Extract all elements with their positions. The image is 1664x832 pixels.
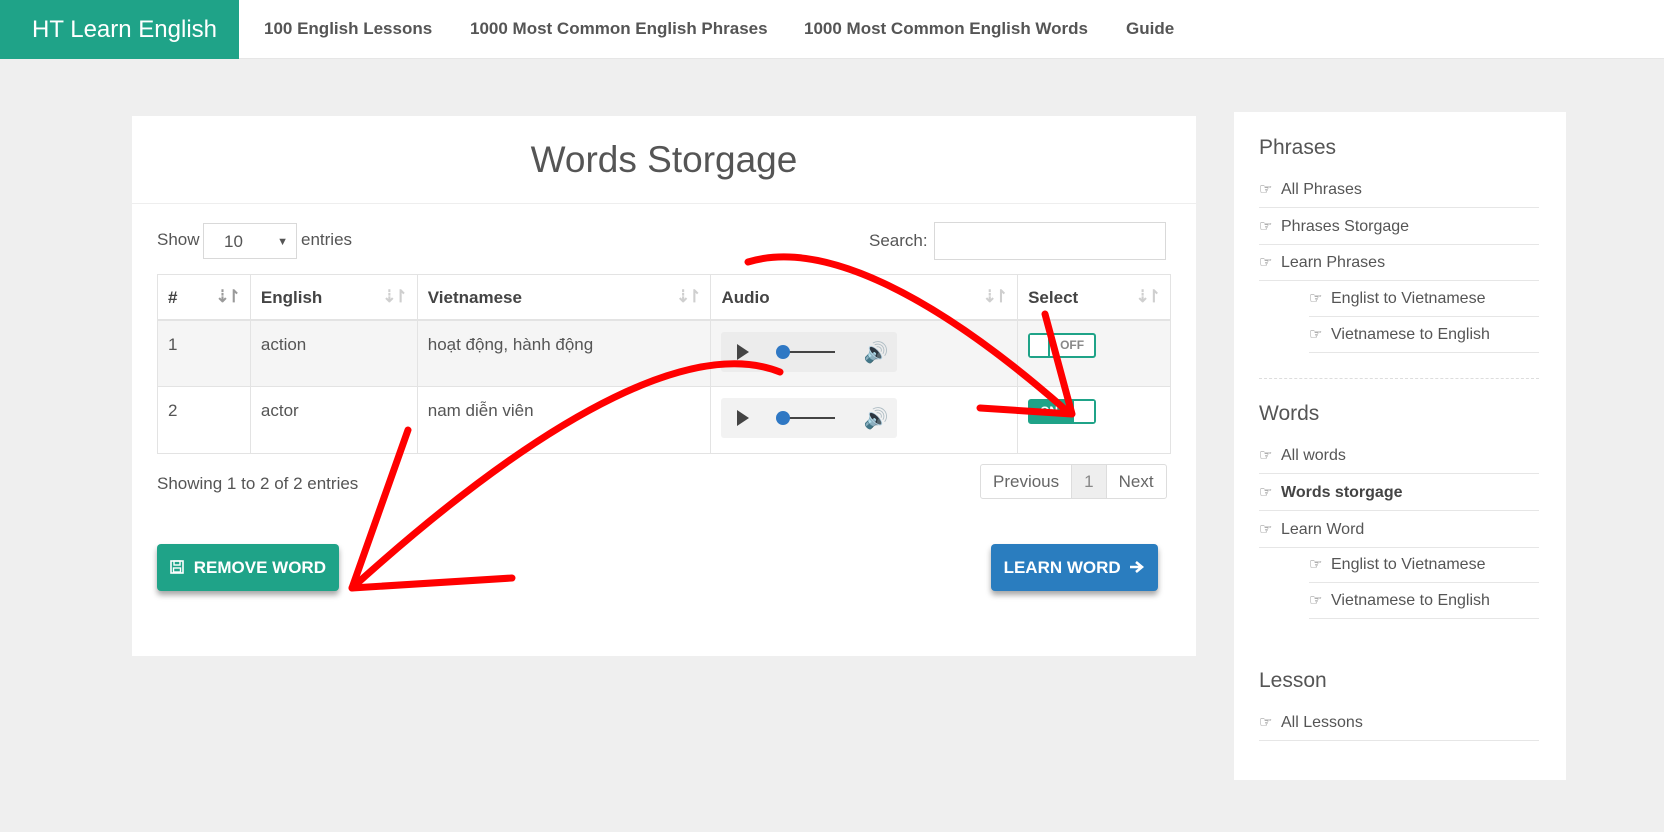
play-icon[interactable] <box>737 343 750 360</box>
column-header-number[interactable]: # ⇣↾ <box>157 274 251 321</box>
cell-number: 2 <box>157 386 251 454</box>
sidebar-item-phrases-en-vi[interactable]: ☞ Englist to Vietnamese <box>1309 280 1539 317</box>
hand-pointer-icon: ☞ <box>1309 556 1323 573</box>
entries-length-select[interactable]: 10 ▼ <box>203 223 297 259</box>
cell-audio: 🔊 <box>710 386 1019 454</box>
sidebar-divider <box>1259 378 1539 379</box>
search-input[interactable] <box>934 222 1166 260</box>
hand-pointer-icon: ☞ <box>1259 447 1273 464</box>
chevron-down-icon: ▼ <box>277 236 288 248</box>
sidebar-heading-phrases: Phrases <box>1259 136 1337 159</box>
audio-player: 🔊 <box>721 331 898 372</box>
search-label: Search: <box>869 231 928 250</box>
remove-word-button[interactable]: REMOVE WORD <box>157 544 339 591</box>
remove-word-label: REMOVE WORD <box>193 558 326 577</box>
nav-link-100-english-lessons[interactable]: 100 English Lessons <box>264 0 432 59</box>
sidebar-heading-words: Words <box>1259 402 1320 425</box>
nav-link-guide[interactable]: Guide <box>1126 0 1174 59</box>
hand-pointer-icon: ☞ <box>1309 326 1323 343</box>
sidebar: Phrases ☞ All Phrases ☞ Phrases Storgage ☞… <box>1234 112 1566 780</box>
learn-word-label: LEARN WORD <box>1003 558 1121 577</box>
brand-logo-link[interactable]: HT Learn English <box>0 0 239 59</box>
hand-pointer-icon: ☞ <box>1259 484 1273 501</box>
sort-icon: ⇣↾ <box>675 287 701 306</box>
table-row: 1 action hoạt động, hành động 🔊 OFF <box>157 319 1171 387</box>
column-header-vietnamese[interactable]: Vietnamese ⇣↾ <box>416 274 712 321</box>
volume-icon[interactable]: 🔊 <box>863 406 888 431</box>
cell-english: actor <box>249 386 418 454</box>
nav-link-common-words[interactable]: 1000 Most Common English Words <box>804 0 1088 59</box>
seek-handle[interactable] <box>776 411 791 425</box>
sidebar-item-words-vi-en[interactable]: ☞ Vietnamese to English <box>1309 582 1539 619</box>
toggle-label: OFF <box>1060 337 1085 352</box>
hand-pointer-icon: ☞ <box>1259 254 1273 271</box>
sidebar-item-words-storage[interactable]: ☞ Words storgage <box>1259 474 1539 511</box>
select-toggle[interactable]: OFF <box>1028 332 1097 358</box>
column-header-english[interactable]: English ⇣↾ <box>249 274 418 321</box>
words-table: # ⇣↾ English ⇣↾ Vietnamese ⇣↾ Audio ⇣↾ Selec… <box>157 274 1171 454</box>
sidebar-item-phrases-vi-en[interactable]: ☞ Vietnamese to English <box>1309 316 1539 353</box>
hand-pointer-icon: ☞ <box>1309 592 1323 609</box>
hand-pointer-icon: ☞ <box>1259 181 1273 198</box>
hand-pointer-icon: ☞ <box>1259 521 1273 538</box>
sort-icon: ⇣↾ <box>982 287 1008 306</box>
audio-player: 🔊 <box>721 398 898 438</box>
sort-icon: ⇣↾ <box>215 287 240 306</box>
sidebar-item-learn-phrases[interactable]: ☞ Learn Phrases <box>1259 244 1539 281</box>
toggle-label: ON <box>1040 404 1059 418</box>
select-toggle[interactable]: ON <box>1028 399 1097 424</box>
arrow-right-icon <box>1125 558 1145 577</box>
seek-handle[interactable] <box>776 344 791 359</box>
top-navbar: HT Learn English 100 English Lessons 100… <box>0 0 1664 59</box>
volume-icon[interactable]: 🔊 <box>863 340 888 365</box>
column-header-select[interactable]: Select ⇣↾ <box>1017 274 1171 321</box>
sidebar-item-learn-word[interactable]: ☞ Learn Word <box>1259 511 1539 548</box>
sidebar-item-all-phrases[interactable]: ☞ All Phrases <box>1259 171 1539 208</box>
cell-audio: 🔊 <box>710 319 1019 387</box>
toggle-knob <box>1030 334 1051 356</box>
learn-word-button[interactable]: LEARN WORD <box>991 544 1158 591</box>
column-header-audio[interactable]: Audio ⇣↾ <box>710 274 1019 321</box>
toggle-knob <box>1074 401 1095 422</box>
entries-label: entries <box>301 230 353 249</box>
words-storage-panel: Words Storgage Show 10 ▼ entries Search:… <box>132 116 1196 656</box>
sort-icon: ⇣↾ <box>382 287 407 306</box>
page-title: Words Storgage <box>132 116 1196 204</box>
pagination-page[interactable]: 1 <box>1071 465 1106 498</box>
pagination: Previous 1 Next <box>980 464 1167 499</box>
nav-link-common-phrases[interactable]: 1000 Most Common English Phrases <box>470 0 768 59</box>
table-info: Showing 1 to 2 of 2 entries <box>157 474 359 493</box>
cell-select: OFF <box>1017 319 1171 387</box>
entries-length-value: 10 <box>224 232 243 251</box>
sidebar-item-all-words[interactable]: ☞ All words <box>1259 437 1539 474</box>
table-header-row: # ⇣↾ English ⇣↾ Vietnamese ⇣↾ Audio ⇣↾ Selec… <box>157 274 1171 321</box>
cell-select: ON <box>1017 386 1171 454</box>
play-icon[interactable] <box>737 410 750 426</box>
cell-english: action <box>249 319 418 387</box>
sort-icon: ⇣↾ <box>1135 287 1161 306</box>
hand-pointer-icon: ☞ <box>1259 218 1273 235</box>
seek-bar[interactable] <box>783 417 836 419</box>
sidebar-item-all-lessons[interactable]: ☞ All Lessons <box>1259 704 1539 741</box>
table-row: 2 actor nam diễn viên 🔊 ON <box>157 386 1171 454</box>
sidebar-heading-lesson: Lesson <box>1259 669 1327 692</box>
show-label: Show <box>157 230 200 249</box>
pagination-next[interactable]: Next <box>1105 465 1166 498</box>
floppy-disk-icon <box>170 558 194 577</box>
cell-vietnamese: hoạt động, hành động <box>416 319 712 387</box>
seek-bar[interactable] <box>783 350 836 353</box>
cell-number: 1 <box>157 319 251 387</box>
hand-pointer-icon: ☞ <box>1309 290 1323 307</box>
sidebar-item-words-en-vi[interactable]: ☞ Englist to Vietnamese <box>1309 546 1539 583</box>
sidebar-item-phrases-storage[interactable]: ☞ Phrases Storgage <box>1259 208 1539 245</box>
pagination-previous[interactable]: Previous <box>981 465 1071 498</box>
hand-pointer-icon: ☞ <box>1259 714 1273 731</box>
cell-vietnamese: nam diễn viên <box>416 386 712 454</box>
